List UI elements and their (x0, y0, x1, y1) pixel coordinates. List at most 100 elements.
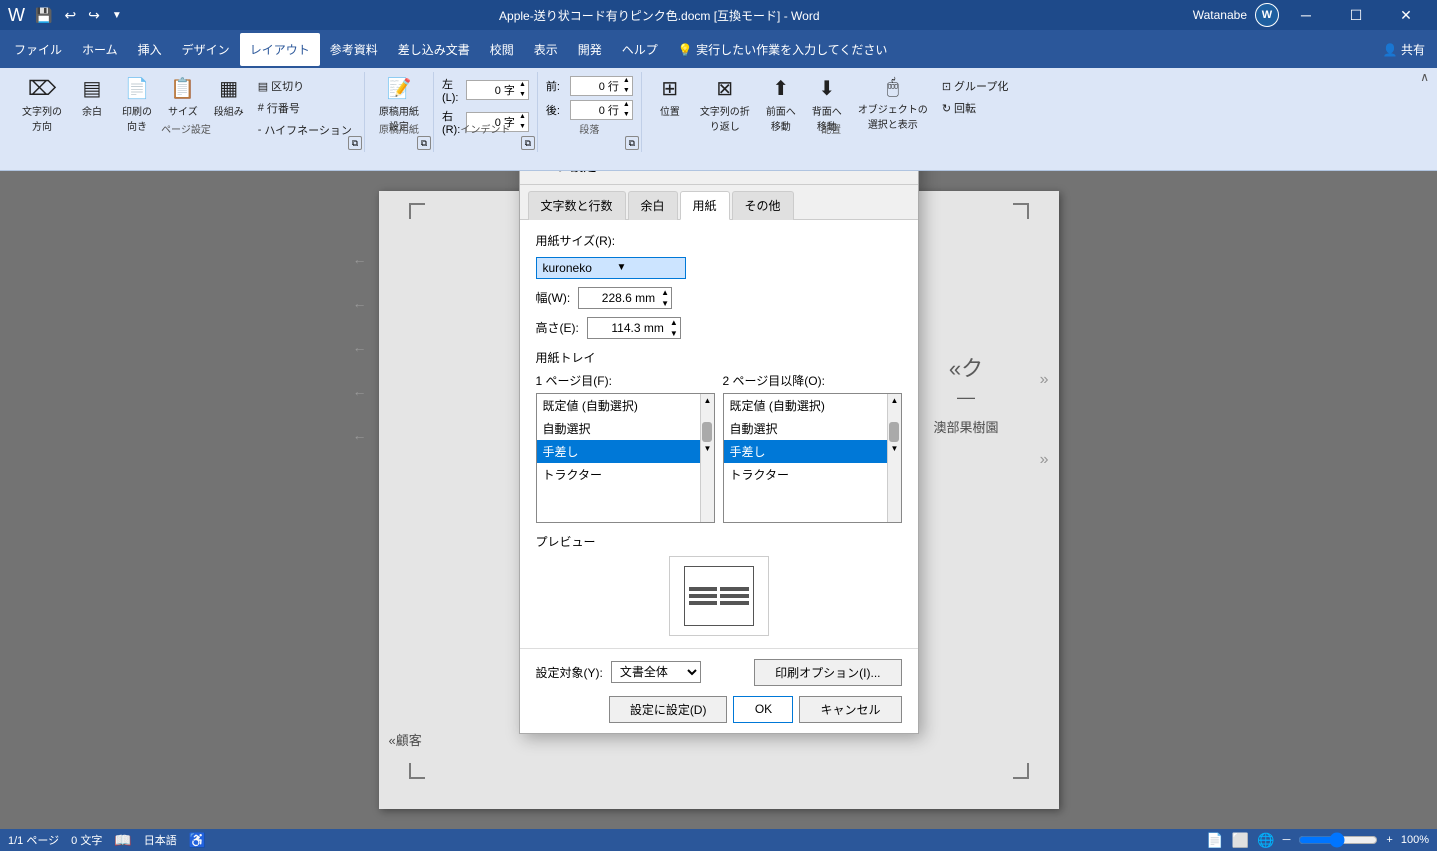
setting-target-select-input[interactable]: 文書全体 (612, 664, 700, 680)
height-input[interactable] (588, 321, 668, 335)
indent-left-input[interactable] (467, 84, 517, 96)
indent-left-down-arrow[interactable]: ▼ (517, 90, 528, 100)
tab-other[interactable]: その他 (732, 191, 794, 220)
redo-quickaccess-btn[interactable]: ↪ (84, 5, 104, 26)
restore-btn[interactable]: ☐ (1333, 0, 1379, 30)
menu-help[interactable]: ヘルプ (612, 33, 668, 66)
tray-col1-item-1[interactable]: 自動選択 (537, 417, 714, 440)
undo-quickaccess-btn[interactable]: ↩ (60, 5, 80, 26)
ribbon-btn-breaks[interactable]: ▤ 区切り (254, 76, 356, 96)
tab-character-count[interactable]: 文字数と行数 (528, 191, 626, 220)
ribbon-btn-bring-forward[interactable]: ⬆ 前面へ 移動 (760, 72, 802, 137)
indent-left-spinbox[interactable]: ▲ ▼ (466, 80, 529, 100)
spacing-before-spinbox[interactable]: ▲ ▼ (570, 76, 633, 96)
tray-col2-scroll-down[interactable]: ▼ (888, 442, 902, 456)
tray-col2-scroll-up[interactable]: ▲ (888, 394, 902, 408)
tray-col1-scroll-up[interactable]: ▲ (701, 394, 715, 408)
ribbon-btn-size[interactable]: 📋 サイズ (162, 72, 204, 122)
zoom-out-btn[interactable]: ─ (1283, 834, 1291, 846)
print-options-btn[interactable]: 印刷オプション(I)... (754, 659, 901, 686)
ribbon-btn-line-numbers[interactable]: # 行番号 (254, 98, 356, 118)
ok-btn[interactable]: OK (733, 696, 793, 723)
menu-layout[interactable]: レイアウト (240, 33, 320, 66)
width-input[interactable] (579, 291, 659, 305)
menu-insert[interactable]: 挿入 (128, 33, 172, 66)
ribbon-btn-position[interactable]: ⊞ 位置 (650, 72, 690, 122)
read-mode-icon[interactable]: 📄 (1206, 832, 1223, 849)
tray-col1-item-0[interactable]: 既定値 (自動選択) (537, 394, 714, 417)
tray-col2-item-0[interactable]: 既定値 (自動選択) (724, 394, 901, 417)
accessibility-icon[interactable]: ♿ (189, 832, 206, 849)
spacing-after-up-arrow[interactable]: ▲ (621, 100, 632, 110)
setting-target-select[interactable]: 文書全体 (611, 661, 701, 683)
ribbon-btn-group[interactable]: ⊡ グループ化 (938, 76, 1013, 96)
menu-review[interactable]: 校閲 (480, 33, 524, 66)
print-layout-icon[interactable]: ⬜ (1232, 832, 1249, 849)
width-down-arrow[interactable]: ▼ (659, 298, 671, 309)
tab-margin[interactable]: 余白 (628, 191, 678, 220)
apply-btn[interactable]: 設定に設定(D) (609, 696, 728, 723)
tray-col2-item-2[interactable]: 手差し (724, 440, 901, 463)
ribbon-expand-indent[interactable]: ⧉ (521, 136, 535, 150)
tray-col1-listbox[interactable]: 既定値 (自動選択) 自動選択 手差し トラクター ▲ ▼ (536, 393, 715, 523)
tray-col1-scrollbar[interactable]: ▲ ▼ (700, 394, 714, 522)
tray-col2-item-1[interactable]: 自動選択 (724, 417, 901, 440)
zoom-in-btn[interactable]: + (1386, 834, 1392, 846)
indent-right-up-arrow[interactable]: ▲ (517, 112, 528, 122)
cancel-btn[interactable]: キャンセル (799, 696, 901, 723)
tray-col1-item-3[interactable]: トラクター (537, 463, 714, 486)
minimize-btn[interactable]: ─ (1283, 0, 1329, 30)
ribbon-btn-columns[interactable]: ▦ 段組み (208, 72, 250, 122)
tray-col1-scroll-thumb[interactable] (702, 422, 712, 442)
height-up-arrow[interactable]: ▲ (668, 317, 680, 328)
menu-view[interactable]: 表示 (524, 33, 568, 66)
dialog-close-btn[interactable]: ✕ (892, 171, 905, 176)
paper-size-dropdown[interactable]: kuroneko ▼ (536, 257, 686, 279)
width-up-arrow[interactable]: ▲ (659, 287, 671, 298)
tray-col1-item-2[interactable]: 手差し (537, 440, 714, 463)
menu-design[interactable]: デザイン (172, 33, 240, 66)
ribbon-collapse-btn[interactable]: ∧ (1420, 70, 1429, 84)
width-spinbox[interactable]: ▲ ▼ (578, 287, 672, 309)
indent-right-down-arrow[interactable]: ▼ (517, 122, 528, 132)
tray-col2-item-3[interactable]: トラクター (724, 463, 901, 486)
tab-paper[interactable]: 用紙 (680, 191, 730, 220)
spacing-before-down-arrow[interactable]: ▼ (621, 86, 632, 96)
customize-quickaccess-btn[interactable]: ▼ (108, 8, 126, 23)
spacing-before-input[interactable] (571, 80, 621, 92)
menu-developer[interactable]: 開発 (568, 33, 612, 66)
share-button[interactable]: 👤 共有 (1375, 37, 1433, 62)
ribbon-btn-selection-pane[interactable]: 🖱 オブジェクトの 選択と表示 (852, 72, 934, 135)
tray-col2-scrollbar[interactable]: ▲ ▼ (887, 394, 901, 522)
ribbon-expand-manuscript[interactable]: ⧉ (417, 136, 431, 150)
height-spinbox[interactable]: ▲ ▼ (587, 317, 681, 339)
user-avatar[interactable]: W (1255, 3, 1279, 27)
ribbon-expand-page-setup[interactable]: ⧉ (348, 136, 362, 150)
tray-col1-scroll-down[interactable]: ▼ (701, 442, 715, 456)
spacing-after-spinbox[interactable]: ▲ ▼ (570, 100, 633, 120)
indent-left-up-arrow[interactable]: ▲ (517, 80, 528, 90)
dialog-help-btn[interactable]: ? (872, 171, 880, 174)
spacing-before-up-arrow[interactable]: ▲ (621, 76, 632, 86)
spacing-after-down-arrow[interactable]: ▼ (621, 110, 632, 120)
ribbon-btn-orientation[interactable]: 📄 印刷の 向き (116, 72, 158, 137)
menu-file[interactable]: ファイル (4, 33, 72, 66)
height-down-arrow[interactable]: ▼ (668, 328, 680, 339)
menu-search[interactable]: 💡 実行したい作業を入力してください (668, 33, 898, 66)
ribbon-btn-margin[interactable]: ▤ 余白 (72, 72, 112, 122)
menu-mailings[interactable]: 差し込み文書 (388, 33, 480, 66)
menu-home[interactable]: ホーム (72, 33, 128, 66)
save-quickaccess-btn[interactable]: 💾 (31, 5, 56, 26)
ribbon-btn-rotate[interactable]: ↻ 回転 (938, 98, 1013, 118)
ribbon-btn-text-direction[interactable]: ⌦ 文字列の 方向 (16, 72, 68, 137)
web-layout-icon[interactable]: 🌐 (1257, 832, 1274, 849)
tray-col2-scroll-thumb[interactable] (889, 422, 899, 442)
menu-references[interactable]: 参考資料 (320, 33, 388, 66)
spell-check-icon[interactable]: 📖 (114, 832, 131, 849)
spacing-after-input[interactable] (571, 104, 621, 116)
zoom-slider[interactable] (1298, 832, 1378, 848)
tray-col2-listbox[interactable]: 既定値 (自動選択) 自動選択 手差し トラクター ▲ ▼ (723, 393, 902, 523)
ribbon-btn-hyphenation[interactable]: - ハイフネーション (254, 120, 356, 140)
ribbon-btn-wrap-text[interactable]: ⊠ 文字列の折 り返し (694, 72, 756, 137)
ribbon-expand-spacing[interactable]: ⧉ (625, 136, 639, 150)
